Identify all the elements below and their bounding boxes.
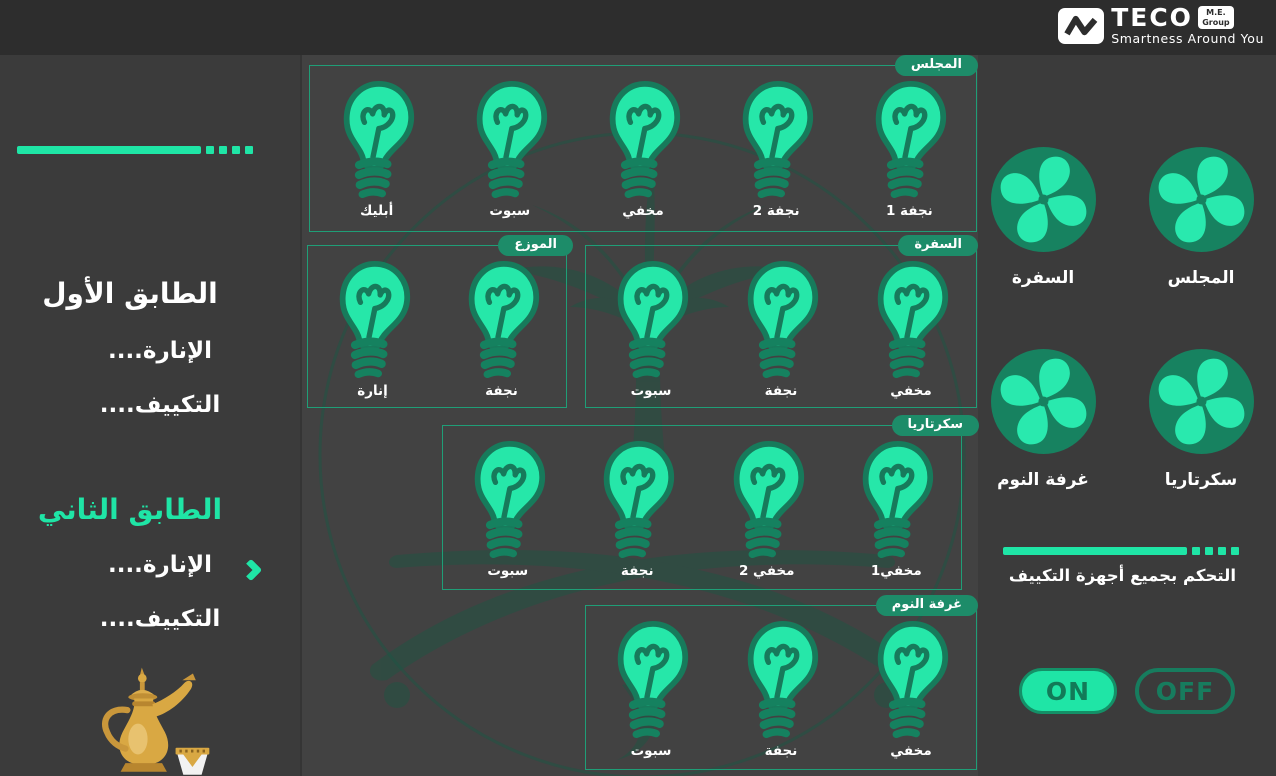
ac-panel: السفرة المجلس غرفة النوم سكرتاريا التحكم… [978, 55, 1276, 776]
light-group-secretariat: سكرتاريا سبوت نجفة مخفي 2 مخفي1 [442, 425, 962, 590]
coffee-pot-icon [83, 665, 218, 776]
ac-all-on-button[interactable]: ON [1019, 668, 1117, 714]
light-label: نجفة 2 [753, 203, 800, 219]
light-label: سبوت [487, 563, 528, 579]
lightbulb-icon [867, 78, 951, 202]
fan-label: السفرة [1012, 268, 1074, 288]
lightbulb-icon [335, 78, 419, 202]
smart-home-control-app: TECO M.E. Group Smartness Around You الط… [0, 0, 1276, 776]
fan-secretariat[interactable]: سكرتاريا [1138, 349, 1264, 490]
light-toggle-hidden1[interactable]: مخفي1 [854, 438, 938, 579]
light-toggle-chandelier1[interactable]: نجفة 1 [867, 78, 951, 219]
light-label: إنارة [357, 383, 388, 399]
fan-label: المجلس [1168, 268, 1235, 288]
lightbulb-icon [466, 438, 550, 562]
light-toggle-chandelier2[interactable]: نجفة 2 [734, 78, 818, 219]
light-toggle-hidden[interactable]: مخفي [601, 78, 685, 219]
light-label: نجفة [765, 743, 798, 759]
light-group-distributor: الموزع إنارة نجفة [307, 245, 567, 408]
nav-floor1-lighting[interactable]: الإنارة.... [60, 338, 260, 364]
lightbulb-icon [854, 438, 938, 562]
light-label: سبوت [631, 383, 672, 399]
nav-floor1-ac[interactable]: التكييف.... [60, 392, 260, 418]
light-group-majlis: المجلس أبليك سبوت مخفي نجفة 2 [309, 65, 977, 232]
light-label: نجفة [621, 563, 654, 579]
light-toggle-lighting[interactable]: إنارة [331, 258, 415, 399]
ac-section-divider [1003, 547, 1239, 555]
nav-floor1-title[interactable]: الطابق الأول [20, 277, 240, 310]
light-group-bedroom: غرفة النوم سبوت نجفة مخفي [585, 605, 977, 770]
nav-floor2-ac[interactable]: التكييف.... [60, 606, 260, 632]
light-label: مخفي [622, 203, 663, 219]
light-toggle-spot[interactable]: سبوت [466, 438, 550, 579]
group-name-badge: غرفة النوم [876, 595, 978, 616]
fan-label: سكرتاريا [1165, 470, 1238, 490]
light-toggle-hidden2[interactable]: مخفي 2 [725, 438, 809, 579]
fan-bedroom[interactable]: غرفة النوم [980, 349, 1106, 490]
light-toggle-chandelier[interactable]: نجفة [595, 438, 679, 579]
fan-label: غرفة النوم [997, 470, 1089, 490]
lightbulb-icon [595, 438, 679, 562]
sidebar-divider [17, 146, 253, 154]
lightbulb-icon [739, 258, 823, 382]
group-name-badge: سكرتاريا [892, 415, 979, 436]
group-name-badge: السفرة [898, 235, 978, 256]
fan-icon [991, 349, 1096, 454]
light-toggle-spot[interactable]: سبوت [468, 78, 552, 219]
light-label: نجفة [765, 383, 798, 399]
lightbulb-icon [734, 78, 818, 202]
group-name-badge: الموزع [498, 235, 573, 256]
brand-tagline: Smartness Around You [1111, 31, 1264, 46]
light-toggle-ablique[interactable]: أبليك [335, 78, 419, 219]
light-label: مخفي [890, 383, 931, 399]
lightbulb-icon [601, 78, 685, 202]
light-label: مخفي 2 [739, 563, 795, 579]
fan-majlis[interactable]: المجلس [1138, 147, 1264, 288]
light-label: سبوت [489, 203, 530, 219]
light-toggle-hidden[interactable]: مخفي [869, 618, 953, 759]
light-toggle-spot[interactable]: سبوت [609, 258, 693, 399]
light-label: مخفي1 [871, 563, 922, 579]
light-label: أبليك [360, 203, 393, 219]
group-name-badge: المجلس [895, 55, 978, 76]
lightbulb-icon [739, 618, 823, 742]
ac-all-control-title: التحكم بجميع أجهزة التكييف [991, 566, 1236, 585]
lightbulb-icon [331, 258, 415, 382]
floor-nav-sidebar: الطابق الأول الإنارة.... التكييف.... الط… [0, 55, 300, 776]
ac-all-off-button[interactable]: OFF [1135, 668, 1235, 714]
lightbulb-icon [869, 258, 953, 382]
light-toggle-hidden[interactable]: مخفي [869, 258, 953, 399]
lightbulb-icon [460, 258, 544, 382]
light-toggle-spot[interactable]: سبوت [609, 618, 693, 759]
lightbulb-icon [468, 78, 552, 202]
brand-badge: M.E. Group [1198, 6, 1234, 28]
light-label: سبوت [631, 743, 672, 759]
light-group-dining: السفرة سبوت نجفة مخفي [585, 245, 977, 408]
light-toggle-chandelier[interactable]: نجفة [739, 618, 823, 759]
teco-zigzag-icon [1058, 8, 1104, 44]
fan-icon [1149, 147, 1254, 252]
brand-logo: TECO M.E. Group Smartness Around You [1058, 5, 1264, 46]
light-toggle-chandelier[interactable]: نجفة [739, 258, 823, 399]
lighting-panel: المجلس أبليك سبوت مخفي نجفة 2 [300, 55, 978, 776]
fan-dining[interactable]: السفرة [980, 147, 1106, 288]
light-label: نجفة [485, 383, 518, 399]
fan-icon [991, 147, 1096, 252]
lightbulb-icon [609, 618, 693, 742]
lightbulb-icon [609, 258, 693, 382]
light-label: مخفي [890, 743, 931, 759]
nav-floor2-title[interactable]: الطابق الثاني [20, 493, 240, 526]
topbar: TECO M.E. Group Smartness Around You [0, 0, 1276, 55]
lightbulb-icon [869, 618, 953, 742]
light-label: نجفة 1 [886, 203, 933, 219]
brand-name: TECO [1111, 5, 1193, 30]
light-toggle-chandelier[interactable]: نجفة [460, 258, 544, 399]
fan-icon [1149, 349, 1254, 454]
lightbulb-icon [725, 438, 809, 562]
nav-floor2-lighting[interactable]: الإنارة.... [60, 552, 260, 578]
